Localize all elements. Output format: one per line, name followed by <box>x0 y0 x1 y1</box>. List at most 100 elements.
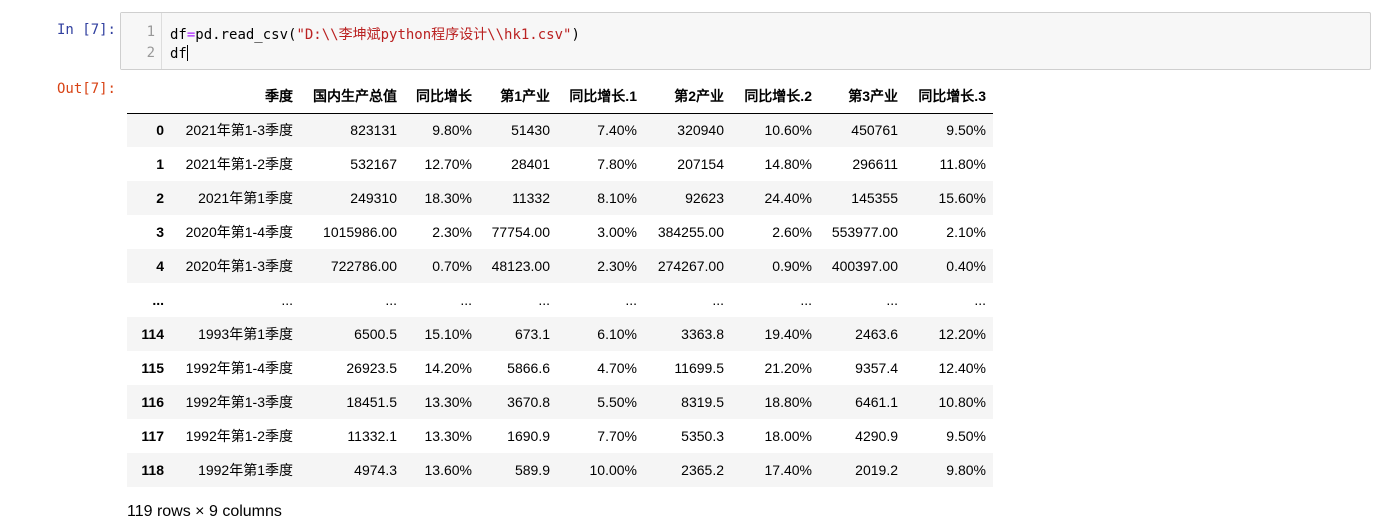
code-token: ) <box>571 27 580 43</box>
table-cell: 15.10% <box>424 326 472 342</box>
table-cell: 2463.6 <box>855 326 898 342</box>
table-cell: 8319.5 <box>681 394 724 410</box>
code-editor[interactable]: 1 2 df=pd.read_csv("D:\\李坤斌python程序设计\\h… <box>120 12 1371 70</box>
row-index: 116 <box>141 394 164 410</box>
code-token: pd.read_csv( <box>195 27 297 43</box>
table-cell: 1992年第1-2季度 <box>185 428 293 444</box>
table-cell: 384255.00 <box>657 224 724 240</box>
table-cell: 0.40% <box>946 258 986 274</box>
table-cell: 532167 <box>350 156 397 172</box>
table-cell: 5.50% <box>597 394 637 410</box>
table-cell: 2020年第1-3季度 <box>185 258 293 274</box>
table-cell: 450761 <box>851 122 898 139</box>
table-cell: 8.10% <box>597 190 637 206</box>
code-token: df <box>170 27 187 43</box>
column-header: 同比增长.1 <box>557 80 644 114</box>
table-cell: 1690.9 <box>507 428 550 444</box>
table-cell: 18451.5 <box>346 394 397 410</box>
table-row: 3 2020年第1-4季度 1015986.00 2.30% 77754.00 3.00%… <box>127 215 993 249</box>
table-cell: 12.40% <box>938 360 986 376</box>
table-cell: 553977.00 <box>831 224 898 240</box>
table-cell: 14.20% <box>424 360 472 376</box>
column-header: 同比增长.3 <box>905 80 993 114</box>
table-cell: 9.80% <box>946 462 986 478</box>
table-cell: 24.40% <box>764 190 812 206</box>
column-header: 第3产业 <box>819 80 905 114</box>
dataframe-shape: 119 rows × 9 columns <box>127 503 282 520</box>
table-cell: 77754.00 <box>491 224 550 240</box>
column-header: 第2产业 <box>644 80 731 114</box>
table-cell: 51430 <box>511 122 550 139</box>
index-header <box>127 80 171 114</box>
table-cell: 9.50% <box>946 122 986 139</box>
table-cell: 17.40% <box>764 462 812 478</box>
table-cell: ... <box>886 292 898 308</box>
table-cell: 4.70% <box>597 360 637 376</box>
table-cell: 9.80% <box>432 122 472 139</box>
line-number-gutter: 1 2 <box>121 13 162 69</box>
code-string: "D:\\李坤斌python程序设计\\hk1.csv" <box>296 27 572 43</box>
table-cell: 9.50% <box>946 428 986 444</box>
table-cell: 10.60% <box>764 122 812 139</box>
table-cell: ... <box>625 292 637 308</box>
code-token: df <box>170 46 187 62</box>
table-cell: 92623 <box>685 190 724 206</box>
table-row: 0 2021年第1-3季度 823131 9.80% 51430 7.40% 320940 1… <box>127 113 993 147</box>
table-cell: 1992年第1季度 <box>198 462 293 478</box>
input-prompt: In [7]: <box>56 22 116 38</box>
table-cell: 11.80% <box>939 156 986 172</box>
table-cell: 249310 <box>350 190 397 206</box>
row-index: 2 <box>156 190 164 206</box>
table-cell: 2365.2 <box>681 462 724 478</box>
table-row: 2 2021年第1季度 249310 18.30% 11332 8.10% 92623 24.… <box>127 181 993 215</box>
table-cell: 3670.8 <box>507 394 550 410</box>
table-cell: 2021年第1季度 <box>198 190 293 206</box>
line-number: 2 <box>146 45 155 61</box>
table-cell: 589.9 <box>514 462 550 478</box>
table-cell: 2019.2 <box>855 462 898 478</box>
table-cell: ... <box>712 292 724 308</box>
table-cell: 673.1 <box>514 326 550 342</box>
table-row: 115 1992年第1-4季度 26923.5 14.20% 5866.6 4.70% 11… <box>127 351 993 385</box>
table-cell: ... <box>800 292 812 308</box>
table-cell: 2.10% <box>946 224 986 240</box>
table-cell: 18.00% <box>764 428 812 444</box>
table-cell: 21.20% <box>764 360 812 376</box>
table-row: 114 1993年第1季度 6500.5 15.10% 673.1 6.10% 3363.8… <box>127 317 993 351</box>
table-cell: 320940 <box>677 122 724 139</box>
table-cell: 15.60% <box>938 190 986 206</box>
table-cell: 3363.8 <box>681 326 724 342</box>
table-cell: 19.40% <box>764 326 812 342</box>
column-header: 国内生产总值 <box>300 80 404 114</box>
table-cell: 6.10% <box>597 326 637 342</box>
table-cell: 823131 <box>350 122 397 139</box>
table-row: 1 2021年第1-2季度 532167 12.70% 28401 7.80% 207154… <box>127 147 993 181</box>
table-body: 0 2021年第1-3季度 823131 9.80% 51430 7.40% 320940 1… <box>127 113 993 487</box>
table-cell: ... <box>460 292 472 308</box>
code-line[interactable]: df=pd.read_csv("D:\\李坤斌python程序设计\\hk1.c… <box>170 24 580 44</box>
column-header: 第1产业 <box>479 80 557 114</box>
table-cell: 13.60% <box>424 462 472 478</box>
table-cell: 14.80% <box>764 156 812 172</box>
table-cell: 6461.1 <box>855 394 898 410</box>
code-line[interactable]: df <box>170 45 188 62</box>
table-cell: 12.20% <box>938 326 986 342</box>
table-cell: 10.80% <box>938 394 986 410</box>
table-cell: 7.80% <box>597 156 637 172</box>
table-header-row: 季度 国内生产总值 同比增长 第1产业 同比增长.1 第2产业 同比增长.2 第3产业 同比增长… <box>127 80 993 114</box>
table-cell: ... <box>974 292 986 308</box>
table-row: 4 2020年第1-3季度 722786.00 0.70% 48123.00 2.30% 2… <box>127 249 993 283</box>
table-cell: 10.00% <box>589 462 637 478</box>
table-cell: 5350.3 <box>681 428 724 444</box>
table-cell: 48123.00 <box>491 258 550 274</box>
table-cell: ... <box>538 292 550 308</box>
table-cell: 7.40% <box>597 122 637 139</box>
table-cell: ... <box>281 292 293 308</box>
dataframe-table: 季度 国内生产总值 同比增长 第1产业 同比增长.1 第2产业 同比增长.2 第3产业 同比增长… <box>127 80 993 487</box>
table-row: 118 1992年第1季度 4974.3 13.60% 589.9 10.00% 2365.… <box>127 453 993 487</box>
table-cell: 11699.5 <box>674 360 724 376</box>
line-number: 1 <box>146 24 155 40</box>
row-index: 0 <box>156 122 164 139</box>
table-cell: 207154 <box>677 156 724 172</box>
table-cell: 0.90% <box>772 258 812 274</box>
